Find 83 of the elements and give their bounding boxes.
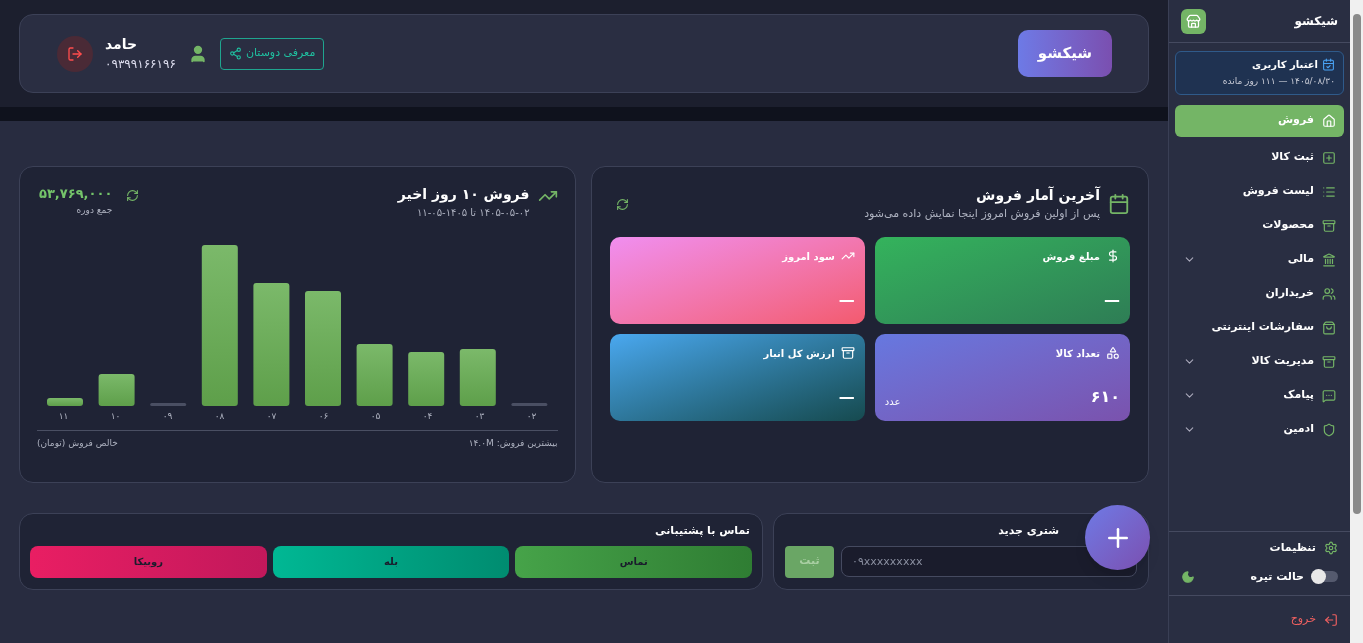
sidebar-item[interactable]: ثبت کالا (1175, 141, 1344, 174)
toggle-switch[interactable] (1312, 571, 1338, 583)
scrollbar[interactable] (1350, 0, 1363, 643)
tile-label: مبلغ فروش (1042, 249, 1100, 264)
tile-label: ارزش کل انبار (763, 346, 835, 361)
shield-icon (1322, 422, 1336, 437)
chat-icon (1322, 388, 1336, 403)
home-icon (1322, 113, 1336, 128)
user-name: حامد (105, 35, 138, 54)
phone-number: ۰۹۳۹۹۱۶۶۱۹۶ (105, 56, 176, 73)
archive-box-icon (840, 346, 855, 360)
chart-bar (407, 352, 444, 406)
shopping-bag-icon (1322, 320, 1336, 335)
logout-icon (1324, 612, 1338, 627)
chart-legend: خالص فروش (تومان) (37, 436, 118, 450)
dark-mode-label: حالت تیره (1250, 568, 1304, 585)
support-button[interactable]: تماس (515, 545, 752, 578)
sidebar-item[interactable]: سفارشات اینترنتی (1175, 311, 1344, 344)
refresh-icon[interactable] (126, 189, 140, 202)
users-icon (1322, 286, 1336, 301)
support-title: تماس با پشتیبانی (654, 523, 751, 539)
list-icon (1322, 184, 1336, 199)
store-icon (1181, 8, 1206, 34)
tile-label: سود امروز (782, 249, 835, 264)
logout-item[interactable]: خروج (1290, 611, 1338, 628)
sidebar-item[interactable]: مالی (1175, 243, 1344, 276)
calendar-check-icon (1322, 58, 1335, 71)
refresh-icon[interactable] (615, 198, 629, 211)
day-label: ۱۱ (57, 410, 70, 423)
chart-bar (356, 344, 393, 406)
tile-value: — (838, 385, 855, 408)
plus-square-icon (1322, 150, 1336, 165)
sidebar-item[interactable]: لیست فروش (1175, 175, 1344, 208)
credit-title: اعتبار کاربری (1252, 58, 1318, 72)
chart-bar (149, 403, 186, 406)
sidebar-item[interactable]: مدیریت کالا (1175, 345, 1344, 378)
day-label: ۰۷ (265, 410, 278, 423)
archive-box-icon (1322, 218, 1336, 233)
chart-bar (510, 403, 547, 406)
chart-bar (459, 349, 496, 406)
sidebar-item[interactable]: خریداران (1175, 277, 1344, 310)
day-label: ۱۰ (109, 410, 122, 423)
total-label: جمع دوره (76, 203, 113, 217)
dollar-icon (1106, 249, 1120, 263)
day-label: ۰۲ (525, 410, 538, 423)
day-label: ۰۵ (369, 410, 382, 423)
sidebar-item[interactable]: پیامک (1175, 379, 1344, 412)
support-button[interactable]: بله (272, 545, 510, 578)
calendar-icon (1108, 192, 1130, 215)
tile-unit: عدد (884, 394, 901, 409)
day-label: ۰۹ (161, 410, 174, 423)
settings-icon (1324, 541, 1338, 556)
total-amount: ۵۳,۷۶۹,۰۰۰ (39, 185, 113, 203)
chart-range: ۱۴۰۵-۰۵-۰۲ تا ۱۴۰۵-۰۵-۱۱ (415, 206, 530, 220)
chart-bar (46, 398, 83, 406)
tile-value: — (1104, 288, 1120, 311)
logo-button[interactable]: شیکشو (1018, 30, 1112, 77)
tile-label: تعداد کالا (1055, 346, 1100, 361)
new-customer-title: شتری جدید (998, 523, 1059, 539)
logout-icon (67, 45, 83, 62)
shapes-icon (1106, 346, 1120, 360)
bank-icon (1322, 252, 1336, 267)
max-sales-note: بیشترین فروش: ۱۴.۰M (468, 436, 558, 450)
settings-item[interactable]: تنظیمات (1177, 540, 1342, 557)
stats-subtitle: پس از اولین فروش امروز اینجا نمایش داده می‌شود (864, 206, 1100, 222)
brand-name: شیکشو (1294, 13, 1338, 30)
day-label: ۰۶ (317, 410, 330, 423)
sidebar-item[interactable]: ادمین (1175, 413, 1344, 446)
sidebar-item[interactable]: محصولات (1175, 209, 1344, 242)
archive-box-icon (1322, 354, 1336, 369)
logout-button[interactable] (57, 35, 93, 72)
chart-title: فروش ۱۰ روز اخیر (397, 185, 530, 205)
credit-subtitle: ۱۴۰۵/۰۸/۳۰ — ۱۱۱ روز مانده (1221, 75, 1335, 88)
moon-icon (1181, 569, 1195, 584)
stats-title: آخرین آمار فروش (975, 185, 1100, 206)
share-icon (228, 47, 242, 60)
day-label: ۰۳ (473, 410, 486, 423)
referral-button[interactable]: معرفی دوستان (219, 37, 325, 70)
day-label: ۰۸ (213, 410, 226, 423)
chart-bar (98, 374, 135, 406)
tile-value: ۶۱۰ (1090, 385, 1120, 408)
day-label: ۰۴ (421, 410, 434, 423)
tile-value: — (838, 288, 855, 311)
